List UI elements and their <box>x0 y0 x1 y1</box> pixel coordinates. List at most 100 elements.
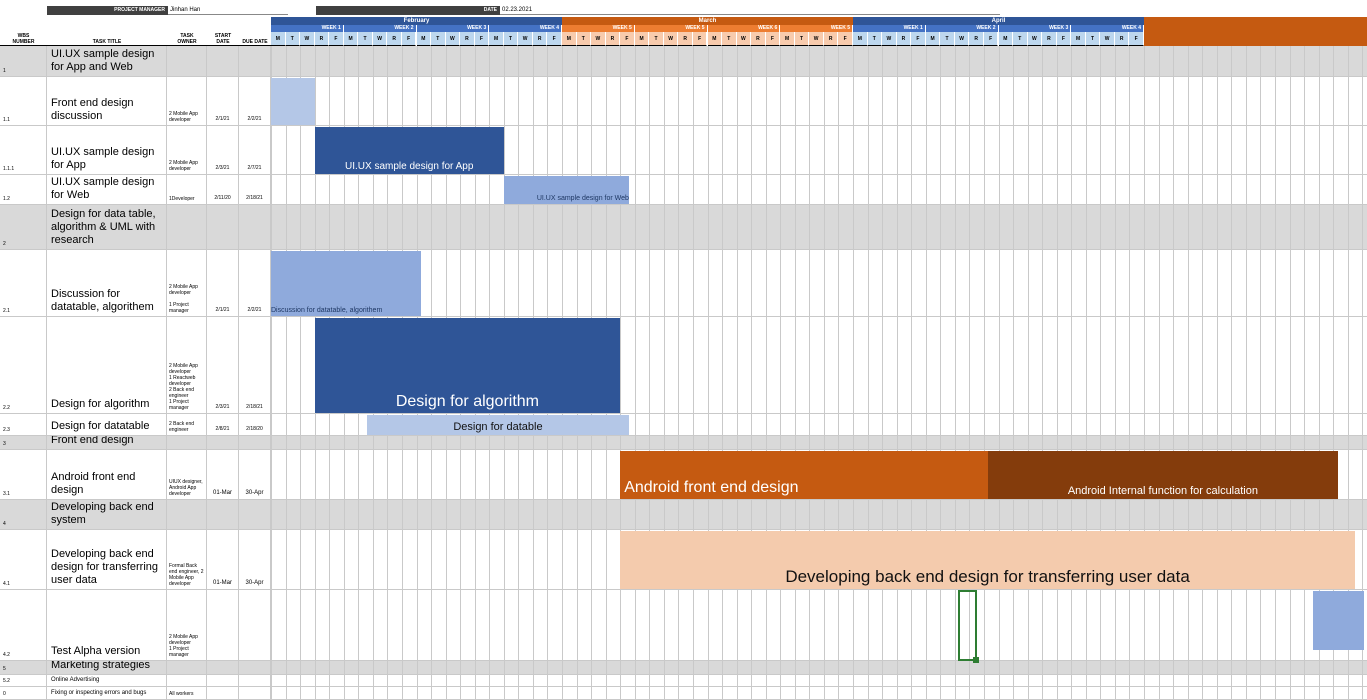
week-header-2: WEEK 3 <box>416 25 490 32</box>
day-header: T <box>722 32 737 46</box>
task-owner-cell[interactable]: 2 Mobile App developer <box>167 77 207 126</box>
date-value[interactable]: 02.23.2021 <box>500 6 1000 15</box>
task-owner-cell[interactable]: 2 Mobile App developer 1 Reactweb develo… <box>167 317 207 414</box>
due-date-cell[interactable] <box>239 675 271 687</box>
gantt-bar[interactable]: Android front end design <box>620 451 989 499</box>
due-date-cell[interactable] <box>239 46 271 77</box>
gantt-bar[interactable]: UI.UX sample design for Web <box>503 176 629 204</box>
task-title-cell[interactable]: Design for data table, algorithm & UML w… <box>47 205 167 250</box>
gantt-bar[interactable]: Android Internal function for calculatio… <box>988 451 1338 499</box>
gantt-bar[interactable]: Developing back end design for transferr… <box>620 531 1355 589</box>
week-header-6: WEEK 6 <box>707 25 781 32</box>
task-owner-cell[interactable] <box>167 46 207 77</box>
grid-line <box>707 46 709 700</box>
start-date-cell[interactable] <box>207 675 239 687</box>
due-date-cell[interactable]: 30-Apr <box>239 450 271 500</box>
task-owner-cell[interactable]: All workers <box>167 687 207 700</box>
task-owner-cell[interactable] <box>167 675 207 687</box>
due-date-cell[interactable] <box>239 500 271 530</box>
due-date-cell[interactable] <box>239 590 271 661</box>
selected-cell[interactable] <box>957 590 977 661</box>
start-date-cell[interactable] <box>207 436 239 450</box>
task-title-cell[interactable]: Online Advertising <box>47 675 167 687</box>
task-owner-cell[interactable]: 1Developer <box>167 175 207 205</box>
day-header: M <box>271 32 286 46</box>
task-title-cell[interactable]: Test Alpha version <box>47 590 167 661</box>
task-owner-cell[interactable]: Formal Back end engineer, 2 Mobile App d… <box>167 530 207 590</box>
gantt-bar[interactable]: UI.UX sample design for App <box>314 127 504 174</box>
gantt-bar[interactable]: Design for algorithm <box>314 318 621 413</box>
day-header: R <box>823 32 839 46</box>
task-title-cell[interactable]: UI.UX sample design for App <box>47 126 167 175</box>
selection-handle[interactable] <box>972 657 979 663</box>
start-date-cell[interactable] <box>207 500 239 530</box>
grid-line <box>1056 46 1058 700</box>
start-date-header: START DATE <box>207 30 239 46</box>
due-date-cell[interactable]: 2/2/21 <box>239 77 271 126</box>
grid-line <box>765 46 767 700</box>
day-header: F <box>1129 32 1144 46</box>
gantt-bar[interactable] <box>1312 591 1364 650</box>
grid-line <box>882 46 884 700</box>
start-date-cell[interactable] <box>207 46 239 77</box>
due-date-cell[interactable] <box>239 687 271 700</box>
task-owner-cell[interactable] <box>167 500 207 530</box>
due-date-cell[interactable]: 2/7/21 <box>239 126 271 175</box>
task-owner-cell[interactable]: 2 Mobile App developer 1 Project manager <box>167 590 207 661</box>
task-title-cell[interactable]: Front end design discussion <box>47 77 167 126</box>
gantt-bar[interactable]: Discussion for datatable, algorithem <box>271 251 421 316</box>
task-owner-cell[interactable]: 2 Mobile App developer 1 Project manager <box>167 250 207 317</box>
start-date-cell[interactable]: 01-Mar <box>207 450 239 500</box>
task-title-cell[interactable]: Discussion for datatable, algorithem <box>47 250 167 317</box>
grid-line <box>809 46 811 700</box>
wbs-cell: 5 <box>0 661 47 675</box>
start-date-cell[interactable]: 2/3/21 <box>207 317 239 414</box>
start-date-cell[interactable]: 2/8/21 <box>207 414 239 436</box>
task-owner-cell[interactable]: UIUX designer, Android App developer <box>167 450 207 500</box>
start-date-cell[interactable]: 2/1/21 <box>207 77 239 126</box>
task-owner-cell[interactable]: 2 Back end engineer <box>167 414 207 436</box>
grid-line <box>751 46 753 700</box>
project-manager-value[interactable]: Jinhan Han <box>168 6 288 15</box>
task-title-cell[interactable]: Design for algorithm <box>47 317 167 414</box>
task-owner-cell[interactable]: 2 Mobile App developer <box>167 126 207 175</box>
task-title-cell[interactable]: UI.UX sample design for App and Web <box>47 46 167 77</box>
task-title-cell[interactable]: Design for datatable <box>47 414 167 436</box>
due-date-cell[interactable]: 2/2/21 <box>239 250 271 317</box>
task-title-cell[interactable]: Developing back end system <box>47 500 167 530</box>
task-owner-cell[interactable] <box>167 661 207 675</box>
task-title-cell[interactable]: Front end design <box>47 436 167 450</box>
start-date-cell[interactable]: 2/3/21 <box>207 126 239 175</box>
task-title-cell[interactable]: Android front end design <box>47 450 167 500</box>
gantt-bar[interactable]: Design for datable <box>367 415 629 435</box>
due-date-cell[interactable] <box>239 661 271 675</box>
gantt-bar[interactable] <box>271 78 315 125</box>
date-label: DATE <box>316 6 500 15</box>
start-date-cell[interactable] <box>207 590 239 661</box>
day-header: M <box>343 32 359 46</box>
due-date-cell[interactable]: 2/18/21 <box>239 317 271 414</box>
task-title-cell[interactable]: Developing back end design for transferr… <box>47 530 167 590</box>
start-date-cell[interactable]: 2/11/20 <box>207 175 239 205</box>
due-date-cell[interactable]: 2/18/20 <box>239 414 271 436</box>
start-date-cell[interactable]: 01-Mar <box>207 530 239 590</box>
task-owner-cell[interactable] <box>167 205 207 250</box>
task-owner-cell[interactable] <box>167 436 207 450</box>
week-header-1: WEEK 2 <box>343 25 417 32</box>
task-title-cell[interactable]: UI.UX sample design for Web <box>47 175 167 205</box>
start-date-cell[interactable]: 2/1/21 <box>207 250 239 317</box>
task-title-cell[interactable]: Marketing strategies <box>47 661 167 675</box>
wbs-cell: 3.1 <box>0 450 47 500</box>
due-date-cell[interactable] <box>239 205 271 250</box>
day-header: W <box>663 32 679 46</box>
start-date-cell[interactable] <box>207 661 239 675</box>
start-date-cell[interactable] <box>207 687 239 700</box>
due-date-cell[interactable] <box>239 436 271 450</box>
due-date-cell[interactable]: 2/18/21 <box>239 175 271 205</box>
week-header-4: WEEK 5 <box>562 25 635 32</box>
due-date-cell[interactable]: 30-Apr <box>239 530 271 590</box>
wbs-cell: 2 <box>0 205 47 250</box>
day-header: M <box>634 32 650 46</box>
start-date-cell[interactable] <box>207 205 239 250</box>
task-title-cell[interactable]: Fixing or inspecting errors and bugs <box>47 687 167 700</box>
